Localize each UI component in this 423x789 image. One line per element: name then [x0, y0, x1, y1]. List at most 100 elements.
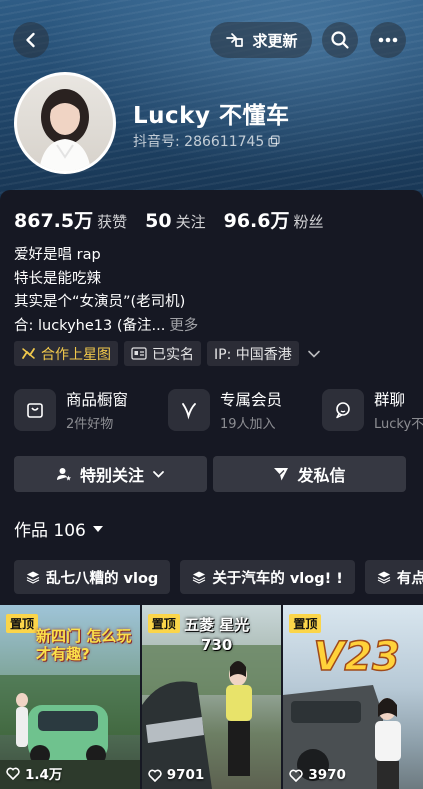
stat-followers-value: 96.6万 [223, 210, 290, 232]
profile-id[interactable]: 抖音号: 286611745 [133, 131, 280, 151]
video-likes: 3970 [289, 767, 346, 783]
profile-services: 商品橱窗 2件好物 专属会员 19人加入 群聊 Lucky不 [14, 388, 423, 432]
request-update-label: 求更新 [252, 31, 298, 50]
more-icon [378, 37, 398, 43]
tag-ip-location-label: IP: 中国香港 [214, 346, 292, 363]
service-membership[interactable]: 专属会员 19人加入 [168, 388, 308, 432]
profile-name: Lucky 不懂车 [133, 103, 290, 129]
tag-verified[interactable]: 已实名 [124, 341, 201, 366]
chat-bubble-icon [322, 389, 364, 431]
video-caption: 五菱 星光730 [184, 616, 250, 654]
bio-contact: 合: luckyhe13 (备注... [14, 317, 166, 334]
send-message-label: 发私信 [297, 466, 346, 485]
chevron-down-icon [153, 470, 164, 478]
pinned-badge: 置顶 [147, 614, 180, 633]
service-group-chat-subtitle: Lucky不 [374, 417, 423, 432]
pinned-badge: 置顶 [289, 614, 322, 633]
video-thumbnail[interactable]: 置顶 V23 3970 [283, 605, 423, 789]
avatar[interactable] [14, 72, 116, 174]
video-likes: 9701 [148, 767, 205, 783]
heart-icon [148, 769, 162, 782]
video-thumbnail[interactable]: 置顶 五菱 星光730 9701 [141, 605, 282, 789]
collection-chip-label: 有点 [396, 570, 423, 587]
service-group-chat-title: 群聊 [374, 391, 406, 409]
stat-following-value: 50 [145, 210, 172, 232]
collection-chip[interactable]: 乱七八糟的 vlog [14, 560, 171, 594]
works-tab[interactable]: 作品 106 [14, 516, 104, 541]
id-card-icon [131, 347, 147, 360]
stat-following-label: 关注 [175, 213, 206, 231]
tag-ip-location: IP: 中国香港 [207, 341, 299, 366]
bio-line: 其实是个“女演员”(老司机) [14, 294, 186, 310]
collection-chip-label: 关于汽车的 vlog! ! [212, 570, 343, 587]
more-button[interactable] [370, 22, 406, 58]
video-likes-count: 3970 [308, 767, 346, 783]
special-follow-label: 特别关注 [79, 466, 144, 485]
stat-following[interactable]: 50 关注 [145, 210, 205, 232]
back-button[interactable] [13, 22, 49, 58]
video-grid: 置顶 新四门 怎么玩才有趣? 1.4万 置顶 五菱 星光730 9701 置顶 … [0, 605, 423, 789]
search-button[interactable] [322, 22, 358, 58]
video-thumbnail[interactable]: 置顶 新四门 怎么玩才有趣? 1.4万 [0, 605, 140, 789]
collection-chip[interactable]: 有点 [364, 560, 423, 594]
tag-star-cooperation-label: 合作上星图 [41, 346, 111, 363]
stat-likes-value: 867.5万 [14, 210, 94, 232]
video-caption: 新四门 怎么玩才有趣? [36, 627, 132, 663]
user-star-icon [56, 468, 71, 481]
profile-stats: 867.5万 获赞 50 关注 96.6万 粉丝 [14, 206, 342, 233]
pinned-badge: 置顶 [6, 614, 39, 633]
service-shop-window-text: 商品橱窗 2件好物 [66, 388, 128, 432]
special-follow-button[interactable]: 特别关注 [14, 456, 207, 492]
avatar-portrait [39, 89, 91, 171]
collection-chip[interactable]: 关于汽车的 vlog! ! [180, 560, 355, 594]
profile-id-text: 抖音号: 286611745 [133, 134, 265, 150]
back-icon [26, 32, 35, 48]
profile-card: 867.5万 获赞 50 关注 96.6万 粉丝 爱好是唱 rap 特长是能吃辣… [0, 190, 423, 789]
video-likes-count: 9701 [166, 767, 205, 783]
video-likes: 1.4万 [6, 763, 62, 783]
heart-icon [289, 769, 304, 782]
video-likes-count: 1.4万 [25, 767, 63, 783]
layers-icon [377, 571, 391, 584]
stat-followers[interactable]: 96.6万 粉丝 [224, 206, 324, 233]
vip-v-icon [168, 389, 210, 431]
service-shop-window[interactable]: 商品橱窗 2件好物 [14, 388, 154, 432]
stat-likes-label: 获赞 [97, 213, 128, 231]
layers-icon [26, 571, 40, 584]
chevron-down-icon [307, 350, 320, 358]
service-group-chat-text: 群聊 Lucky不 [374, 388, 423, 432]
service-membership-subtitle: 19人加入 [220, 417, 276, 432]
caret-down-icon [92, 525, 103, 532]
service-group-chat[interactable]: 群聊 Lucky不 [322, 388, 423, 432]
profile-bio: 爱好是唱 rap 特长是能吃辣 其实是个“女演员”(老司机) 合: luckyh… [14, 244, 198, 338]
shopping-bag-icon [14, 389, 56, 431]
heart-icon [6, 767, 20, 780]
bio-line: 合: luckyhe13 (备注... 更多 [14, 315, 198, 339]
search-icon [331, 31, 349, 49]
stat-followers-label: 粉丝 [293, 213, 324, 231]
tags-expand-button[interactable] [307, 341, 321, 366]
bio-line: 特长是能吃辣 [14, 270, 101, 287]
copy-icon[interactable] [268, 135, 280, 147]
request-update-button[interactable]: 求更新 [210, 22, 312, 58]
bio-more-link[interactable]: 更多 [169, 318, 198, 334]
collection-chip-label: 乱七八糟的 vlog [46, 570, 159, 587]
tag-verified-label: 已实名 [152, 346, 194, 363]
profile-actions: 特别关注 发私信 [14, 456, 406, 492]
service-shop-window-subtitle: 2件好物 [66, 417, 114, 432]
send-message-button[interactable]: 发私信 [213, 456, 406, 492]
service-membership-text: 专属会员 19人加入 [220, 388, 282, 432]
works-tab-label: 作品 106 [14, 521, 86, 541]
star-chart-icon [22, 348, 35, 359]
video-caption: V23 [313, 634, 401, 680]
hand-point-icon [226, 33, 244, 47]
stat-likes[interactable]: 867.5万 获赞 [14, 206, 127, 233]
profile-tags: 合作上星图 已实名 IP: 中国香港 [14, 341, 321, 366]
layers-icon [193, 571, 206, 584]
tag-star-cooperation[interactable]: 合作上星图 [14, 341, 118, 366]
service-membership-title: 专属会员 [220, 391, 283, 409]
service-shop-window-title: 商品橱窗 [66, 391, 129, 409]
send-icon [274, 468, 289, 481]
collection-list: 乱七八糟的 vlog 关于汽车的 vlog! ! 有点 [14, 560, 423, 594]
bio-line: 爱好是唱 rap [14, 247, 101, 263]
